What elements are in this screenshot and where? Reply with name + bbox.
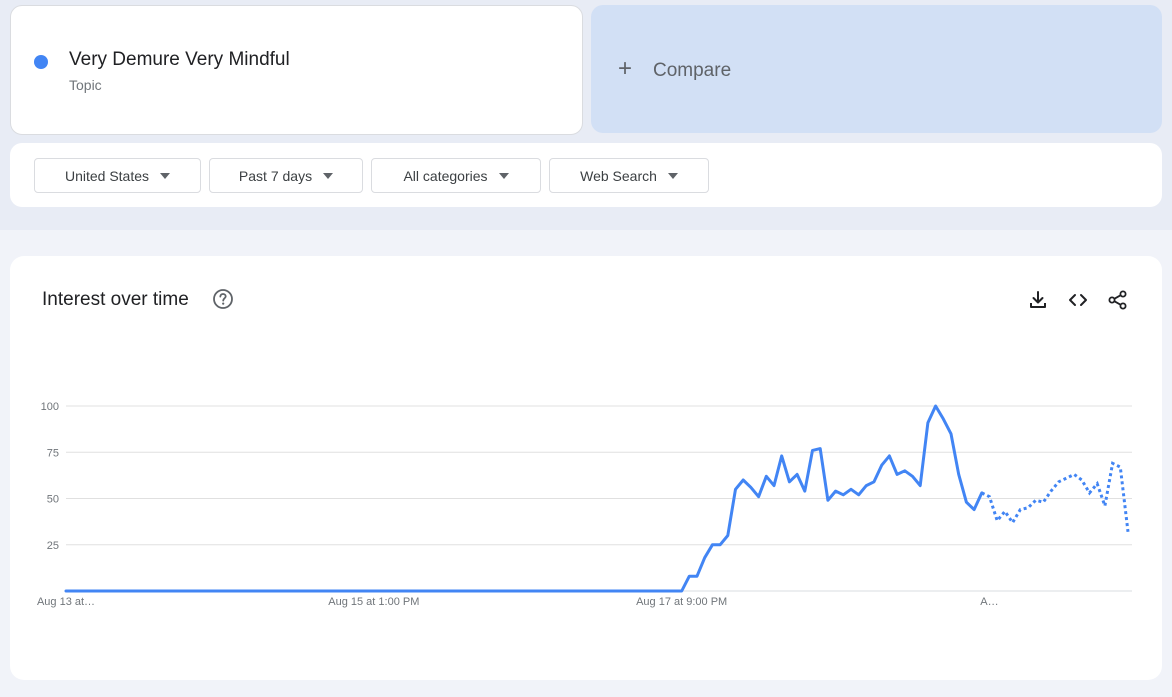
filter-bar: United States Past 7 days All categories… [10, 143, 1162, 207]
search-type-filter-label: Web Search [580, 167, 657, 184]
plus-icon: + [618, 55, 633, 82]
interest-line-chart: 25 50 75 100 Aug 13 at… Aug 15 at 1:00 PM Aug … [37, 401, 1132, 608]
series-color-dot [34, 55, 48, 69]
compare-button[interactable]: + Compare [591, 5, 1162, 133]
search-term-type: Topic [69, 77, 102, 93]
region-filter-dropdown[interactable]: United States [34, 158, 201, 193]
compare-label: Compare [653, 60, 732, 81]
y-tick-label: 50 [47, 494, 59, 506]
search-term-card[interactable]: Very Demure Very Mindful Topic [10, 5, 583, 135]
search-term-name[interactable]: Very Demure Very Mindful [69, 49, 290, 71]
y-tick-label: 75 [47, 447, 59, 459]
y-tick-label: 100 [41, 401, 59, 413]
x-tick-label: Aug 13 at… [37, 596, 95, 608]
region-filter-label: United States [64, 167, 150, 184]
series-line-partial [981, 461, 1130, 532]
caret-down-icon [160, 172, 171, 179]
caret-down-icon [667, 172, 678, 179]
x-tick-label: Aug 17 at 9:00 PM [636, 596, 727, 608]
time-range-filter-dropdown[interactable]: Past 7 days [209, 158, 363, 193]
category-filter-label: All categories [403, 167, 488, 184]
caret-down-icon [498, 172, 509, 179]
y-tick-label: 25 [47, 540, 59, 552]
category-filter-dropdown[interactable]: All categories [371, 158, 541, 193]
caret-down-icon [323, 172, 334, 179]
x-tick-label: A… [980, 596, 998, 608]
x-tick-label: Aug 15 at 1:00 PM [328, 596, 419, 608]
search-type-filter-dropdown[interactable]: Web Search [549, 158, 709, 193]
time-range-filter-label: Past 7 days [238, 167, 313, 184]
interest-over-time-card: Interest over time 25 50 75 100 Aug 13 at… Au… [10, 256, 1162, 680]
